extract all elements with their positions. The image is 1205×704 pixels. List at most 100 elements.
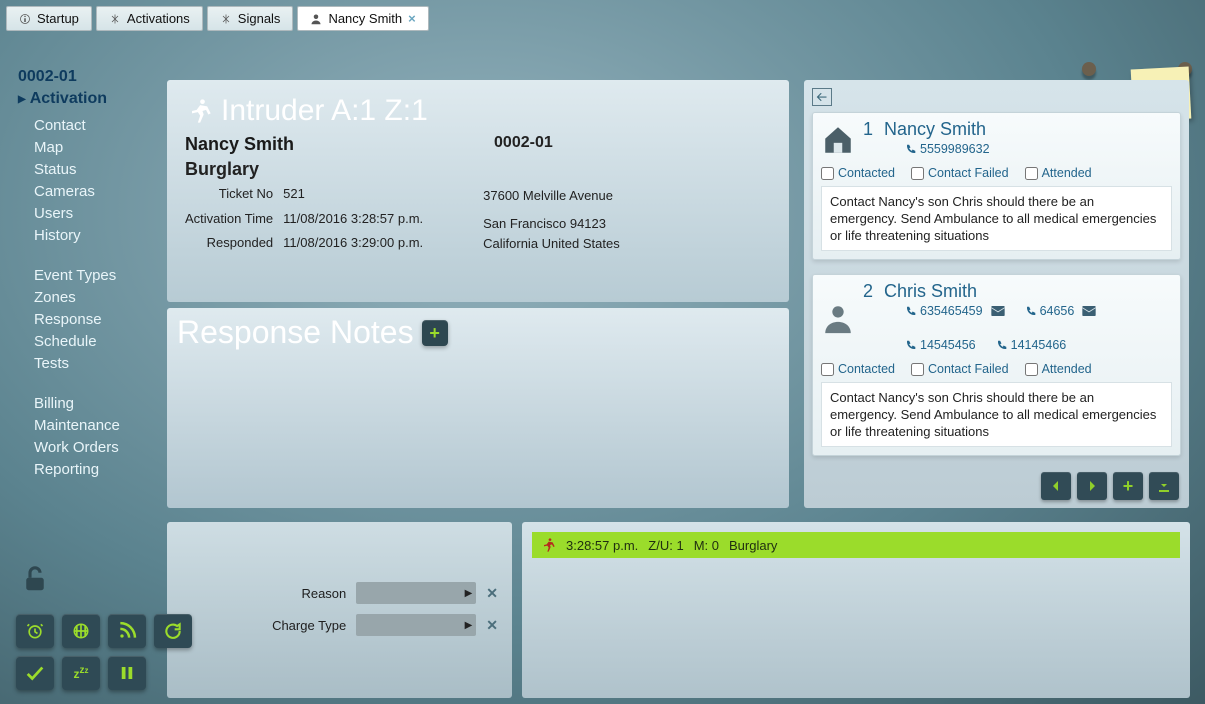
building-button[interactable] (62, 614, 100, 648)
sidebar-item-workorders[interactable]: Work Orders (34, 438, 158, 458)
confirm-button[interactable] (16, 656, 54, 690)
event-type: Burglary (729, 538, 777, 553)
sidebar-item-maintenance[interactable]: Maintenance (34, 416, 158, 436)
sidebar-item-users[interactable]: Users (34, 204, 158, 224)
contact-name: 1 Nancy Smith (863, 119, 990, 140)
sidebar-item-reporting[interactable]: Reporting (34, 460, 158, 480)
alarm-type: Burglary (185, 159, 771, 180)
alarm-button[interactable] (16, 614, 54, 648)
next-contact-button[interactable] (1077, 472, 1107, 500)
tab-activations[interactable]: Activations (96, 6, 203, 31)
phone-number[interactable]: 5559989632 (905, 142, 990, 156)
tab-signals[interactable]: Signals (207, 6, 294, 31)
attended-checkbox[interactable]: Attended (1025, 166, 1092, 180)
add-contact-button[interactable]: + (1113, 472, 1143, 500)
refresh-button[interactable] (154, 614, 192, 648)
pause-button[interactable] (108, 656, 146, 690)
sidebar-item-response[interactable]: Response (34, 310, 158, 330)
charge-label: Charge Type (256, 618, 346, 633)
sidebar-item-zones[interactable]: Zones (34, 288, 158, 308)
sidebar-item-contact[interactable]: Contact (34, 116, 158, 136)
tab-bar: Startup Activations Signals Nancy Smith … (6, 6, 429, 31)
zzz-icon: zzz (74, 665, 89, 681)
phone-number[interactable]: 635465459 (905, 304, 1005, 318)
events-panel: 3:28:57 p.m. Z/U: 1 M: 0 Burglary (522, 522, 1190, 698)
tab-label: Activations (127, 11, 190, 26)
contact-failed-checkbox[interactable]: Contact Failed (911, 362, 1009, 376)
sidebar-group-3: Billing Maintenance Work Orders Reportin… (34, 394, 158, 480)
sidebar: 0002-01 Activation Contact Map Status Ca… (18, 68, 158, 480)
contact-note: Contact Nancy's son Chris should there b… (821, 382, 1172, 447)
sidebar-item-history[interactable]: History (34, 226, 158, 246)
back-button[interactable] (812, 88, 832, 106)
alarm-account: 0002-01 (494, 134, 553, 155)
event-row[interactable]: 3:28:57 p.m. Z/U: 1 M: 0 Burglary (532, 532, 1180, 558)
sidebar-item-billing[interactable]: Billing (34, 394, 158, 414)
sidebar-item-status[interactable]: Status (34, 160, 158, 180)
reason-label: Reason (256, 586, 346, 601)
alarm-card: Intruder A:1 Z:1 Nancy Smith 0002-01 Bur… (167, 80, 789, 302)
sidebar-group-2: Event Types Zones Response Schedule Test… (34, 266, 158, 374)
charge-combo[interactable] (356, 614, 476, 636)
prev-contact-button[interactable] (1041, 472, 1071, 500)
info-icon (19, 13, 31, 25)
tab-label: Startup (37, 11, 79, 26)
phone-number[interactable]: 14545456 (905, 338, 976, 352)
tab-label: Signals (238, 11, 281, 26)
alarm-address: 37600 Melville Avenue San Francisco 9412… (483, 186, 620, 254)
event-time: 3:28:57 p.m. (566, 538, 638, 553)
customer-name: Nancy Smith (185, 134, 294, 155)
form-panel: Reason ✕ Charge Type ✕ (167, 522, 512, 698)
clear-reason-button[interactable]: ✕ (486, 585, 498, 602)
contact-name: 2 Chris Smith (863, 281, 1172, 302)
account-number: 0002-01 (18, 68, 158, 86)
sidebar-item-schedule[interactable]: Schedule (34, 332, 158, 352)
tab-nancy-smith[interactable]: Nancy Smith × (297, 6, 428, 31)
pushpin-icon (1082, 62, 1096, 76)
antenna-icon (109, 13, 121, 25)
response-notes-panel: Response Notes + (167, 308, 789, 508)
tab-startup[interactable]: Startup (6, 6, 92, 31)
alarm-kv: Ticket No521 Activation Time11/08/2016 3… (185, 186, 423, 254)
runner-icon (540, 537, 556, 553)
sidebar-item-activation[interactable]: Activation (18, 90, 158, 108)
contacted-checkbox[interactable]: Contacted (821, 166, 895, 180)
alarm-title: Intruder A:1 Z:1 (185, 94, 771, 128)
contact-note: Contact Nancy's son Chris should there b… (821, 186, 1172, 251)
contact-failed-checkbox[interactable]: Contact Failed (911, 166, 1009, 180)
mail-icon[interactable] (1082, 306, 1096, 316)
close-icon[interactable]: × (408, 11, 416, 26)
plus-icon: + (429, 324, 440, 342)
person-icon (310, 13, 322, 25)
response-notes-title: Response Notes + (177, 314, 779, 351)
sidebar-group-1: Contact Map Status Cameras Users History (34, 116, 158, 246)
attended-checkbox[interactable]: Attended (1025, 362, 1092, 376)
runner-icon (185, 97, 213, 125)
sidebar-item-map[interactable]: Map (34, 138, 158, 158)
phone-number[interactable]: 64656 (1025, 304, 1097, 318)
download-contact-button[interactable] (1149, 472, 1179, 500)
house-icon (821, 123, 855, 157)
add-note-button[interactable]: + (422, 320, 448, 346)
antenna-icon (220, 13, 232, 25)
person-icon (821, 302, 855, 336)
action-toolbox: zzz (16, 614, 192, 690)
mail-icon[interactable] (991, 306, 1005, 316)
reason-combo[interactable] (356, 582, 476, 604)
rss-button[interactable] (108, 614, 146, 648)
event-m: M: 0 (694, 538, 719, 553)
sidebar-item-tests[interactable]: Tests (34, 354, 158, 374)
sidebar-item-eventtypes[interactable]: Event Types (34, 266, 158, 286)
contact-card-1: 1 Nancy Smith 5559989632 Contacted Conta… (812, 112, 1181, 260)
contacts-panel: 1 Nancy Smith 5559989632 Contacted Conta… (804, 80, 1189, 508)
event-zu: Z/U: 1 (648, 538, 683, 553)
sidebar-item-cameras[interactable]: Cameras (34, 182, 158, 202)
clear-charge-button[interactable]: ✕ (486, 617, 498, 634)
plus-icon: + (1123, 476, 1134, 497)
phone-number[interactable]: 14145466 (996, 338, 1067, 352)
snooze-button[interactable]: zzz (62, 656, 100, 690)
contact-actions: + (1041, 472, 1179, 500)
tab-label: Nancy Smith (328, 11, 402, 26)
unlock-icon[interactable] (20, 564, 50, 594)
contacted-checkbox[interactable]: Contacted (821, 362, 895, 376)
